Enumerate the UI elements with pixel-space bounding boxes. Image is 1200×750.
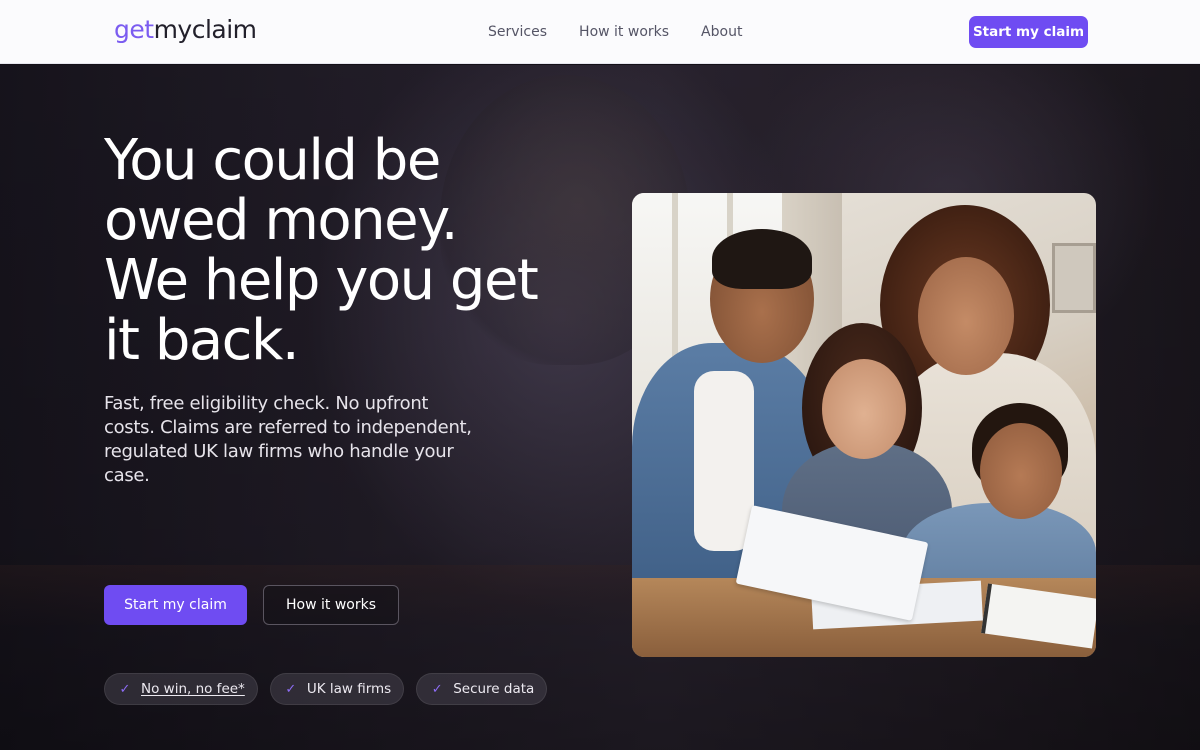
nav-link-services[interactable]: Services: [488, 22, 547, 42]
photo-mother-head: [918, 257, 1014, 375]
nav-start-claim-button[interactable]: Start my claim: [969, 16, 1088, 48]
logo-part-get: get: [114, 15, 154, 44]
hero-subtext: Fast, free eligibility check. No upfront…: [104, 393, 472, 486]
nav-links: Services How it works About: [488, 22, 742, 42]
nav-link-about[interactable]: About: [701, 22, 742, 42]
check-icon: ✓: [285, 681, 297, 697]
start-claim-button[interactable]: Start my claim: [104, 585, 247, 625]
photo-wall-frame: [1052, 243, 1096, 313]
badge-label: No win, no fee*: [141, 681, 245, 697]
photo-girl-head: [822, 359, 906, 459]
logo[interactable]: getmyclaim: [114, 14, 257, 46]
navbar: getmyclaim Services How it works About S…: [0, 0, 1200, 64]
logo-part-myclaim: myclaim: [153, 15, 257, 44]
how-it-works-button[interactable]: How it works: [263, 585, 399, 625]
badge-uk-law-firms: ✓ UK law firms: [269, 673, 405, 705]
nav-link-how-it-works[interactable]: How it works: [579, 22, 669, 42]
photo-father-hair: [712, 229, 812, 289]
badge-label: UK law firms: [306, 681, 392, 697]
hero-headline: You could be owed money. We help you get…: [104, 128, 539, 373]
check-icon: ✓: [119, 681, 131, 697]
badge-label: Secure data: [453, 681, 535, 697]
badge-secure-data: ✓ Secure data: [416, 673, 548, 705]
photo-father-shirt: [694, 371, 754, 551]
check-icon: ✓: [431, 681, 443, 697]
badge-no-win-no-fee[interactable]: ✓ No win, no fee*: [104, 673, 258, 705]
hero-family-photo: [632, 193, 1096, 657]
photo-boy-head: [980, 423, 1062, 519]
trust-badges: ✓ No win, no fee* ✓ UK law firms ✓ Secur…: [104, 673, 548, 705]
